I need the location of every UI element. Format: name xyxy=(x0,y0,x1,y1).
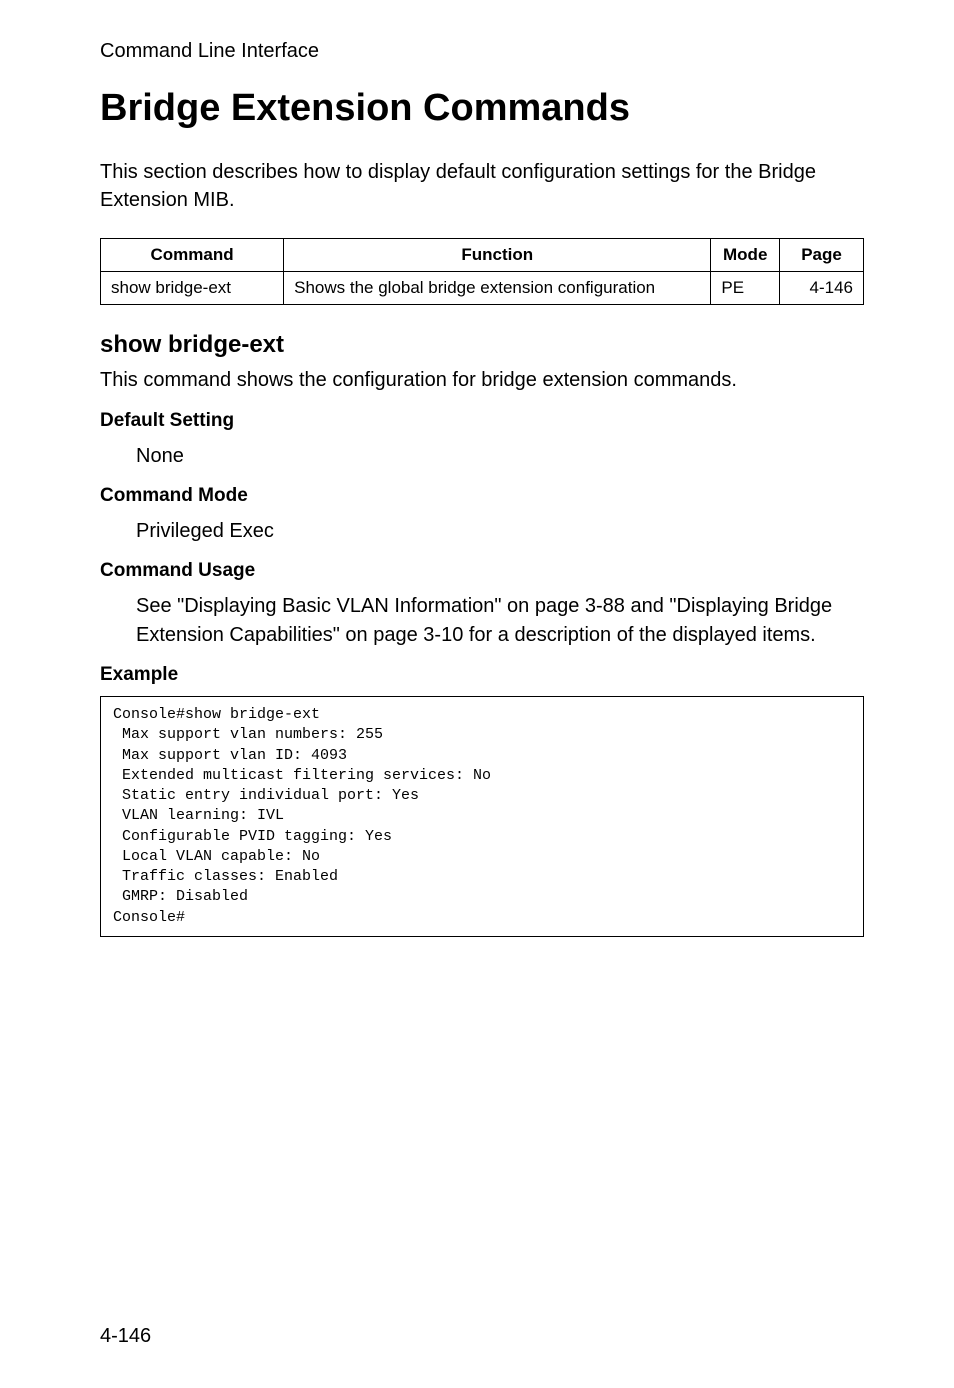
table-header-row: Command Function Mode Page xyxy=(101,239,864,272)
page-number: 4-146 xyxy=(100,1325,151,1348)
command-mode-value: Privileged Exec xyxy=(136,517,864,546)
table-cell-command: show bridge-ext xyxy=(101,272,284,305)
table-header-mode: Mode xyxy=(711,239,780,272)
command-description: This command shows the configuration for… xyxy=(100,369,864,392)
table-cell-mode: PE xyxy=(711,272,780,305)
table-header-command: Command xyxy=(101,239,284,272)
table-cell-page: 4-146 xyxy=(780,272,864,305)
table-header-page: Page xyxy=(780,239,864,272)
example-label: Example xyxy=(100,664,864,686)
default-setting-value: None xyxy=(136,442,864,471)
breadcrumb: Command Line Interface xyxy=(100,40,864,63)
intro-text: This section describes how to display de… xyxy=(100,158,864,214)
code-block: Console#show bridge-ext Max support vlan… xyxy=(100,696,864,937)
command-mode-label: Command Mode xyxy=(100,485,864,507)
page-title: Bridge Extension Commands xyxy=(100,87,864,130)
table-row: show bridge-ext Shows the global bridge … xyxy=(101,272,864,305)
default-setting-label: Default Setting xyxy=(100,410,864,432)
table-cell-function: Shows the global bridge extension config… xyxy=(284,272,711,305)
command-usage-value: See "Displaying Basic VLAN Information" … xyxy=(136,592,864,650)
command-usage-label: Command Usage xyxy=(100,560,864,582)
table-header-function: Function xyxy=(284,239,711,272)
command-table: Command Function Mode Page show bridge-e… xyxy=(100,238,864,305)
command-subheading: show bridge-ext xyxy=(100,331,864,359)
